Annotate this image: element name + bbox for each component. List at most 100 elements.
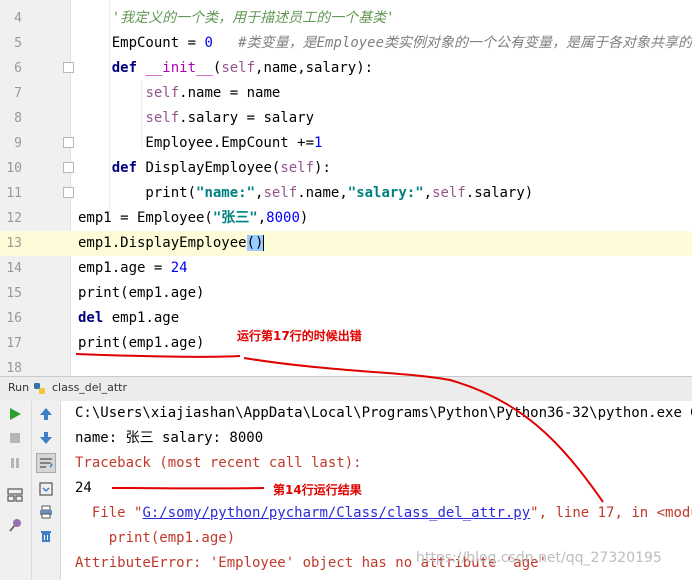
- code-text[interactable]: '我定义的一个类，用于描述员工的一个基类': [78, 6, 395, 31]
- fold-marker-icon[interactable]: [63, 162, 74, 173]
- code-line[interactable]: 7 self.name = name: [0, 81, 692, 106]
- code-text[interactable]: self.salary = salary: [78, 106, 314, 131]
- code-token: "salary:": [347, 185, 424, 201]
- line-number: 13: [6, 236, 22, 251]
- code-line[interactable]: 12 emp1 = Employee("张三",8000): [0, 206, 692, 231]
- run-icon[interactable]: [5, 404, 25, 424]
- code-token: emp1.age: [103, 310, 180, 326]
- code-text[interactable]: self.name = name: [78, 81, 280, 106]
- console-text: C:\Users\xiajiashan\AppData\Local\Progra…: [75, 405, 692, 421]
- code-text[interactable]: del emp1.age: [78, 306, 179, 331]
- code-line[interactable]: 4 '我定义的一个类，用于描述员工的一个基类': [0, 6, 692, 31]
- code-token: EmpCount =: [78, 35, 205, 51]
- code-token: .salary): [465, 185, 534, 201]
- console-line: 24: [75, 476, 92, 501]
- code-line[interactable]: 10 def DisplayEmployee(self):: [0, 156, 692, 181]
- code-token: #类变量，是Employee类实例对象的一个公有变量，是属于各对象共享的: [238, 35, 692, 51]
- code-token: emp1.DisplayEmployee: [78, 235, 247, 251]
- code-text[interactable]: emp1.age = 24: [78, 256, 188, 281]
- console-text: File ": [75, 505, 143, 521]
- code-text[interactable]: def __init__(self,name,salary):: [78, 56, 373, 81]
- line-number: 9: [14, 136, 22, 151]
- code-token: self: [145, 85, 180, 101]
- stop-icon[interactable]: [5, 428, 25, 448]
- code-text[interactable]: def DisplayEmployee(self):: [78, 156, 331, 181]
- trash-icon[interactable]: [36, 526, 56, 546]
- line-number: 14: [6, 261, 22, 276]
- code-token: del: [78, 310, 104, 326]
- scroll-to-end-icon[interactable]: [36, 479, 56, 499]
- code-token: '我定义的一个类，用于描述员工的一个基类': [111, 10, 395, 26]
- code-line[interactable]: 18: [0, 356, 692, 376]
- fold-marker-icon[interactable]: [63, 62, 74, 73]
- code-token: print(emp1.age): [78, 285, 205, 301]
- code-editor[interactable]: 4 '我定义的一个类，用于描述员工的一个基类' 5 EmpCount = 0 #类…: [0, 0, 692, 376]
- code-line[interactable]: 14 emp1.age = 24: [0, 256, 692, 281]
- code-line[interactable]: 11 print("name:",self.name,"salary:",sel…: [0, 181, 692, 206]
- run-label: Run: [8, 381, 30, 394]
- line-number: 4: [14, 11, 22, 26]
- fold-marker-icon[interactable]: [63, 187, 74, 198]
- code-token: self: [280, 160, 315, 176]
- down-arrow-icon[interactable]: [36, 428, 56, 448]
- code-line[interactable]: 6 def __init__(self,name,salary):: [0, 56, 692, 81]
- code-line[interactable]: 9 Employee.EmpCount +=1: [0, 131, 692, 156]
- console-text: 24: [75, 480, 92, 496]
- code-token: ,: [423, 185, 433, 201]
- code-text[interactable]: print(emp1.age): [78, 331, 204, 356]
- console-text: print(emp1.age): [75, 530, 236, 546]
- line-number: 17: [6, 336, 22, 351]
- code-token: self: [221, 60, 256, 76]
- code-token: emp1.age =: [78, 260, 171, 276]
- console-text: name: 张三 salary: 8000: [75, 430, 264, 446]
- code-token: 0: [204, 35, 213, 51]
- python-file-icon: [34, 383, 45, 394]
- console-line: print(emp1.age): [75, 526, 235, 551]
- code-token: def: [111, 160, 138, 176]
- code-line[interactable]: 5 EmpCount = 0 #类变量，是Employee类实例对象的一个公有变…: [0, 31, 692, 56]
- code-token: self: [432, 185, 466, 201]
- code-token: def: [111, 60, 138, 76]
- code-text[interactable]: print("name:",self.name,"salary:",self.s…: [78, 181, 533, 206]
- pause-icon[interactable]: [5, 453, 25, 473]
- code-token: self: [145, 110, 180, 126]
- code-token: self: [263, 185, 298, 201]
- line-number: 8: [14, 111, 22, 126]
- traceback-file-link[interactable]: G:/somy/python/pycharm/Class/class_del_a…: [142, 505, 530, 521]
- line-number: 5: [14, 36, 22, 51]
- code-token: 1: [314, 135, 323, 151]
- console-line: Traceback (most recent call last):: [75, 451, 362, 476]
- print-icon[interactable]: [36, 502, 56, 522]
- soft-wrap-icon[interactable]: [36, 453, 56, 473]
- run-toolbar-secondary: [32, 401, 61, 580]
- code-text[interactable]: emp1.DisplayEmployee(): [78, 231, 265, 256]
- code-text[interactable]: Employee.EmpCount +=1: [78, 131, 322, 156]
- code-token: ): [299, 210, 309, 226]
- run-config-name[interactable]: class_del_attr: [52, 381, 127, 394]
- line-number: 18: [6, 361, 22, 376]
- code-line[interactable]: 15 print(emp1.age): [0, 281, 692, 306]
- code-token: print(: [78, 185, 197, 201]
- layout-icon[interactable]: [5, 485, 25, 505]
- code-line[interactable]: 13 emp1.DisplayEmployee(): [0, 231, 692, 256]
- line-number: 6: [14, 61, 22, 76]
- code-token: emp1 = Employee(: [78, 210, 213, 226]
- line-number: 11: [6, 186, 22, 201]
- console-line: File "G:/somy/python/pycharm/Class/class…: [75, 501, 692, 526]
- pin-icon[interactable]: [5, 515, 25, 535]
- console-text: ", line 17, in <module>: [530, 505, 692, 521]
- up-arrow-icon[interactable]: [36, 404, 56, 424]
- code-token: __init__: [145, 60, 213, 76]
- code-text[interactable]: emp1 = Employee("张三",8000): [78, 206, 308, 231]
- code-line[interactable]: 8 self.salary = salary: [0, 106, 692, 131]
- code-token: .salary = salary: [179, 110, 315, 126]
- code-text[interactable]: print(emp1.age): [78, 281, 204, 306]
- fold-marker-icon[interactable]: [63, 137, 74, 148]
- code-token: 8000: [266, 210, 300, 226]
- run-console-output[interactable]: C:\Users\xiajiashan\AppData\Local\Progra…: [61, 401, 692, 580]
- code-text[interactable]: EmpCount = 0 #类变量，是Employee类实例对象的一个公有变量，…: [78, 31, 692, 56]
